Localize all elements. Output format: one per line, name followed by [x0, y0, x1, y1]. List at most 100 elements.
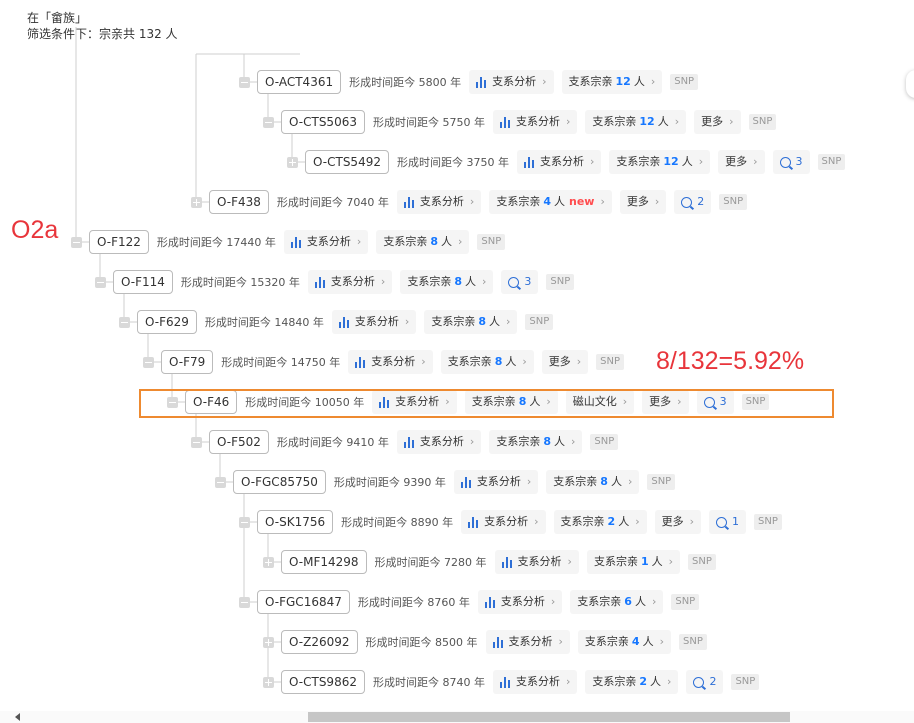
- branch-analysis-button[interactable]: 支系分析 ›: [492, 110, 578, 134]
- comments-button[interactable]: 3: [772, 150, 810, 174]
- comments-button[interactable]: 2: [686, 670, 724, 694]
- scroll-left-arrow-icon[interactable]: [15, 713, 20, 721]
- more-button[interactable]: 更多 ›: [541, 350, 589, 374]
- collapse-toggle-icon[interactable]: [239, 76, 250, 88]
- collapse-toggle-icon[interactable]: [191, 436, 202, 448]
- collapse-toggle-icon[interactable]: [215, 476, 226, 488]
- collapse-toggle-icon[interactable]: [119, 316, 130, 328]
- clan-members-button[interactable]: 支系宗亲 12 人 ›: [585, 110, 687, 134]
- haplogroup-node[interactable]: O-CTS5492: [305, 150, 389, 174]
- haplogroup-node[interactable]: O-F122: [89, 230, 149, 254]
- branch-analysis-button[interactable]: 支系分析 ›: [461, 510, 546, 534]
- snp-tag[interactable]: SNP: [731, 674, 760, 690]
- horizontal-scrollbar[interactable]: [0, 711, 914, 723]
- snp-tag[interactable]: SNP: [817, 154, 846, 170]
- expand-toggle-icon[interactable]: [287, 156, 298, 168]
- snp-tag[interactable]: SNP: [590, 434, 619, 450]
- snp-tag[interactable]: SNP: [671, 594, 700, 610]
- more-button[interactable]: 更多 ›: [619, 190, 667, 214]
- haplogroup-node[interactable]: O-F79: [161, 350, 214, 374]
- comments-button[interactable]: 3: [501, 270, 539, 294]
- comments-button[interactable]: 2: [674, 190, 712, 214]
- chevron-right-icon: ›: [635, 515, 640, 528]
- snp-tag[interactable]: SNP: [477, 234, 506, 250]
- more-button[interactable]: 更多 ›: [694, 110, 741, 134]
- snp-tag[interactable]: SNP: [546, 274, 575, 290]
- clan-members-unit: 人: [634, 595, 646, 608]
- branch-analysis-button[interactable]: 支系分析 ›: [453, 470, 539, 494]
- scrollbar-thumb[interactable]: [308, 712, 790, 722]
- collapse-toggle-icon[interactable]: [239, 596, 250, 608]
- expand-toggle-icon[interactable]: [263, 556, 274, 568]
- branch-analysis-button[interactable]: 支系分析 ›: [477, 590, 563, 614]
- clan-members-button[interactable]: 支系宗亲 8 人 ›: [489, 430, 583, 454]
- snp-tag[interactable]: SNP: [647, 474, 676, 490]
- more-button[interactable]: 更多 ›: [654, 510, 702, 534]
- expand-toggle-icon[interactable]: [191, 196, 202, 208]
- branch-analysis-button[interactable]: 支系分析 ›: [492, 670, 578, 694]
- chevron-right-icon: ›: [522, 355, 527, 368]
- haplogroup-node[interactable]: O-Z26092: [281, 630, 358, 654]
- snp-tag[interactable]: SNP: [754, 514, 782, 530]
- collapse-toggle-icon[interactable]: [143, 356, 154, 368]
- haplogroup-node[interactable]: O-FGC85750: [233, 470, 326, 494]
- branch-analysis-button[interactable]: 支系分析 ›: [307, 270, 393, 294]
- clan-members-unit: 人: [633, 75, 645, 88]
- branch-analysis-button[interactable]: 支系分析 ›: [396, 430, 482, 454]
- side-panel-toggle[interactable]: [906, 70, 914, 98]
- clan-members-button[interactable]: 支系宗亲 12 人 ›: [609, 150, 711, 174]
- haplogroup-node[interactable]: O-FGC16847: [257, 590, 350, 614]
- collapse-toggle-icon[interactable]: [263, 116, 274, 128]
- branch-analysis-button[interactable]: 支系分析 ›: [331, 310, 417, 334]
- clan-members-button[interactable]: 支系宗亲 2 人 ›: [585, 670, 679, 694]
- clan-members-button[interactable]: 支系宗亲 6 人 ›: [570, 590, 664, 614]
- formation-age: 形成时间距今 14840 年: [204, 316, 324, 329]
- haplogroup-node[interactable]: O-SK1756: [257, 510, 334, 534]
- expand-toggle-icon[interactable]: [263, 636, 274, 648]
- snp-tag[interactable]: SNP: [748, 114, 777, 130]
- branch-analysis-button[interactable]: 支系分析 ›: [469, 70, 554, 94]
- branch-analysis-button[interactable]: 支系分析 ›: [494, 550, 579, 574]
- snp-tag[interactable]: SNP: [525, 314, 554, 330]
- clan-members-count: 8: [600, 475, 608, 488]
- haplogroup-node[interactable]: O-ACT4361: [257, 70, 342, 94]
- chevron-right-icon: ›: [650, 75, 656, 88]
- snp-tag[interactable]: SNP: [688, 554, 716, 570]
- clan-members-button[interactable]: 支系宗亲 8 人 ›: [546, 470, 640, 494]
- haplogroup-node[interactable]: O-MF14298: [281, 550, 367, 574]
- branch-analysis-button[interactable]: 支系分析 ›: [516, 150, 602, 174]
- clan-members-button[interactable]: 支系宗亲 12 人 ›: [561, 70, 663, 94]
- haplogroup-node[interactable]: O-F502: [209, 430, 269, 454]
- branch-analysis-button[interactable]: 支系分析 ›: [396, 190, 482, 214]
- snp-tag[interactable]: SNP: [670, 74, 699, 90]
- haplogroup-node[interactable]: O-F629: [137, 310, 197, 334]
- branch-analysis-label: 支系分析: [354, 315, 399, 328]
- snp-tag[interactable]: SNP: [719, 194, 748, 210]
- more-button[interactable]: 更多 ›: [718, 150, 765, 174]
- comments-button[interactable]: 1: [709, 510, 747, 534]
- branch-analysis-button[interactable]: 支系分析 ›: [485, 630, 570, 654]
- branch-analysis-button[interactable]: 支系分析 ›: [283, 230, 369, 254]
- haplogroup-node[interactable]: O-F438: [209, 190, 269, 214]
- expand-toggle-icon[interactable]: [263, 676, 274, 688]
- chevron-right-icon: ›: [729, 115, 734, 128]
- clan-members-button[interactable]: 支系宗亲 1 人 ›: [586, 550, 681, 574]
- haplogroup-node[interactable]: O-F114: [113, 270, 173, 294]
- clan-members-button[interactable]: 支系宗亲 4 人 new ›: [489, 190, 612, 214]
- tree-row: O-F122 形成时间距今 17440 年 支系分析 › 支系宗亲 8 人 › SNP: [71, 230, 506, 254]
- clan-members-count: 8: [543, 435, 551, 448]
- clan-members-button[interactable]: 支系宗亲 8 人 ›: [376, 230, 470, 254]
- haplogroup-node[interactable]: O-CTS5063: [281, 110, 365, 134]
- collapse-toggle-icon[interactable]: [71, 236, 82, 248]
- snp-tag[interactable]: SNP: [596, 354, 625, 370]
- snp-tag[interactable]: SNP: [678, 634, 707, 650]
- clan-members-button[interactable]: 支系宗亲 8 人 ›: [424, 310, 518, 334]
- clan-members-button[interactable]: 支系宗亲 2 人 ›: [553, 510, 647, 534]
- collapse-toggle-icon[interactable]: [239, 516, 250, 528]
- branch-analysis-button[interactable]: 支系分析 ›: [348, 350, 433, 374]
- haplogroup-node[interactable]: O-CTS9862: [281, 670, 365, 694]
- clan-members-button[interactable]: 支系宗亲 8 人 ›: [440, 350, 534, 374]
- clan-members-button[interactable]: 支系宗亲 4 人 ›: [577, 630, 671, 654]
- clan-members-button[interactable]: 支系宗亲 8 人 ›: [400, 270, 494, 294]
- collapse-toggle-icon[interactable]: [95, 276, 106, 288]
